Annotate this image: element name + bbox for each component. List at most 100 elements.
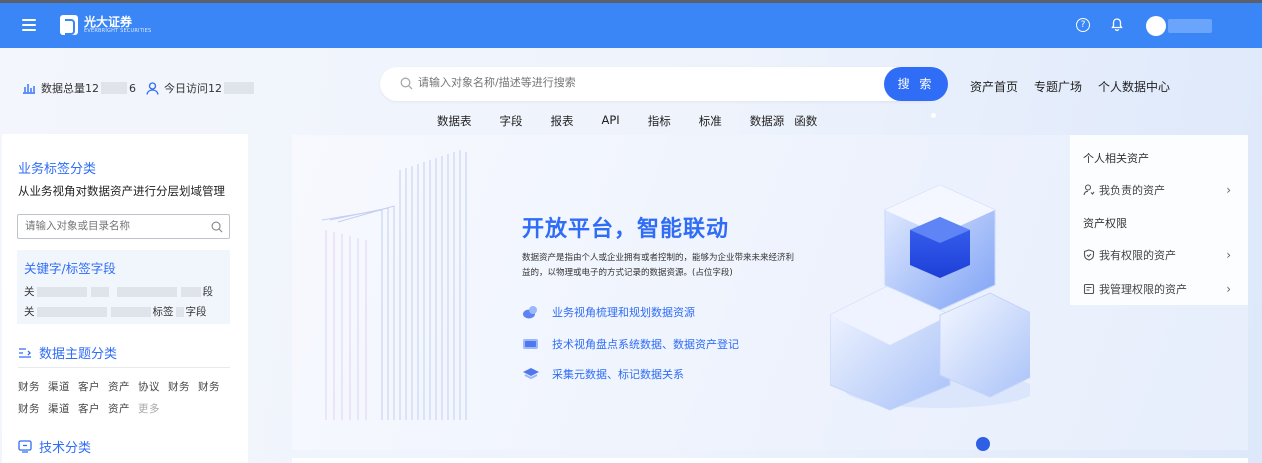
sidebar: 业务标签分类 从业务视角对数据资产进行分层划域管理 关键字/标签字段 关段 关标… <box>2 134 248 463</box>
feature-item: 采集元数据、标记数据关系 <box>522 366 684 382</box>
keyword-title[interactable]: 关键字/标签字段 <box>24 258 116 277</box>
logo-mark-icon <box>60 15 78 35</box>
coins-icon <box>523 306 537 319</box>
cat-table[interactable]: 数据表 <box>437 113 472 129</box>
keyword-box: 关键字/标签字段 关段 关标签 字段 <box>17 250 230 324</box>
chevron-right-icon: › <box>1226 183 1231 197</box>
my-managed-permission-assets[interactable]: 我管理权限的资产 › <box>1083 281 1235 297</box>
decor-dot <box>931 113 936 118</box>
sidebar-search[interactable] <box>17 214 230 239</box>
more-link[interactable]: 更多 <box>138 403 160 415</box>
keyword-text[interactable]: 关 <box>24 286 35 298</box>
brand-name: 光大证券 <box>84 15 133 29</box>
bell-icon[interactable] <box>1110 18 1124 32</box>
theme-tags-row: 财务 渠道 客户 资产 更多 <box>18 401 168 416</box>
menu-icon[interactable] <box>22 19 36 31</box>
keyword-text[interactable]: 段 <box>203 286 214 298</box>
theme-tag[interactable]: 财务 <box>168 381 190 393</box>
banner-desc: 数据资产是指由个人或企业拥有或者控制的，能够为企业带来未来经济利益的，以物理或电… <box>522 253 795 278</box>
theme-tag[interactable]: 协议 <box>138 381 160 393</box>
panel-head: 个人相关资产 <box>1083 152 1149 165</box>
server-icon <box>523 339 538 349</box>
redacted <box>36 307 107 317</box>
redacted <box>180 287 201 297</box>
stat-visits: 今日访问12 <box>146 80 256 96</box>
theme-tag[interactable]: 资产 <box>108 403 130 415</box>
stat-total-tail: 6 <box>129 81 136 95</box>
item-label: 我负责的资产 <box>1099 184 1165 197</box>
theme-tag[interactable]: 客户 <box>78 403 100 415</box>
sidebar-desc: 从业务视角对数据资产进行分层划域管理 <box>18 184 225 198</box>
feature-text: 业务视角梳理和规划数据资源 <box>552 306 695 319</box>
theme-section-header[interactable]: 数据主题分类 <box>18 343 117 362</box>
avatar[interactable] <box>1146 16 1166 36</box>
redacted <box>110 307 151 317</box>
keyword-text[interactable]: 关 <box>24 306 35 318</box>
theme-tag[interactable]: 渠道 <box>48 403 70 415</box>
sidebar-search-input[interactable] <box>25 220 200 232</box>
cat-function[interactable]: 函数 <box>794 113 817 129</box>
item-label: 我管理权限的资产 <box>1099 283 1187 296</box>
cat-api[interactable]: API <box>602 113 620 129</box>
theme-tag[interactable]: 财务 <box>18 381 40 393</box>
cat-standard[interactable]: 标准 <box>699 113 722 129</box>
cat-metric[interactable]: 指标 <box>648 113 671 129</box>
stat-visits-label: 今日访问12 <box>164 82 222 95</box>
theme-tag[interactable]: 客户 <box>78 381 100 393</box>
tech-section-header[interactable]: 技术分类 <box>18 437 91 456</box>
help-icon[interactable]: ? <box>1076 18 1090 32</box>
divider <box>18 367 230 368</box>
tech-section-title: 技术分类 <box>39 441 92 456</box>
brand-sub: EVERBRIGHT SECURITIES <box>84 28 152 34</box>
brand-logo[interactable]: 光大证券 EVERBRIGHT SECURITIES <box>60 15 151 35</box>
keyword-text[interactable]: 标签 <box>153 306 174 318</box>
sidebar-title: 业务标签分类 <box>18 162 97 177</box>
feature-item: 技术视角盘点系统数据、数据资产登记 <box>522 336 739 352</box>
redacted <box>224 82 254 94</box>
stat-total-label: 数据总量12 <box>41 82 99 95</box>
redacted <box>116 287 177 297</box>
nav-topic-square[interactable]: 专题广场 <box>1034 78 1082 95</box>
content-card <box>292 458 1248 463</box>
carousel-indicator[interactable] <box>976 437 990 451</box>
cube-illustration <box>830 185 1030 411</box>
keyword-row: 关段 <box>24 284 224 299</box>
top-bar: 光大证券 EVERBRIGHT SECURITIES ? <box>0 0 1262 48</box>
panel-head: 资产权限 <box>1083 217 1127 230</box>
global-search[interactable] <box>380 67 940 101</box>
shield-icon <box>1083 249 1095 261</box>
feature-item: 业务视角梳理和规划数据资源 <box>522 304 695 320</box>
search-input[interactable] <box>418 76 858 89</box>
cat-report[interactable]: 报表 <box>551 113 574 129</box>
theme-tag[interactable]: 财务 <box>18 403 40 415</box>
item-label: 我有权限的资产 <box>1099 249 1176 262</box>
chevron-right-icon: › <box>1226 282 1231 296</box>
keyword-row: 关 标签 字段 <box>24 304 224 319</box>
theme-tag[interactable]: 渠道 <box>48 381 70 393</box>
user-icon <box>146 81 159 95</box>
document-icon <box>1083 283 1095 295</box>
theme-tag[interactable]: 财务 <box>198 381 220 393</box>
banner-title: 开放平台，智能联动 <box>522 217 730 242</box>
theme-section-title: 数据主题分类 <box>39 347 118 362</box>
theme-tags-row: 财务 渠道 客户 资产 协议 财务 财务 <box>18 379 228 394</box>
cat-datasource[interactable]: 数据源 <box>750 113 785 129</box>
user-icon <box>1083 184 1095 196</box>
username-redacted[interactable] <box>1168 19 1212 33</box>
cat-field[interactable]: 字段 <box>500 113 523 129</box>
search-icon[interactable] <box>211 221 223 233</box>
my-permitted-assets[interactable]: 我有权限的资产 › <box>1083 247 1235 263</box>
keyword-text[interactable]: 字段 <box>186 306 207 318</box>
layers-icon <box>523 368 539 380</box>
chevron-right-icon: › <box>1226 248 1231 262</box>
decor-stripes <box>322 150 467 420</box>
my-responsible-assets[interactable]: 我负责的资产 › <box>1083 182 1235 198</box>
search-icon <box>400 77 413 90</box>
search-button[interactable]: 搜 索 <box>884 67 948 101</box>
theme-tag[interactable]: 资产 <box>108 381 130 393</box>
bar-chart-icon <box>23 84 35 94</box>
nav-asset-home[interactable]: 资产首页 <box>970 78 1018 95</box>
nav-personal-center[interactable]: 个人数据中心 <box>1098 78 1170 95</box>
redacted <box>36 287 87 297</box>
list-icon <box>19 347 31 358</box>
